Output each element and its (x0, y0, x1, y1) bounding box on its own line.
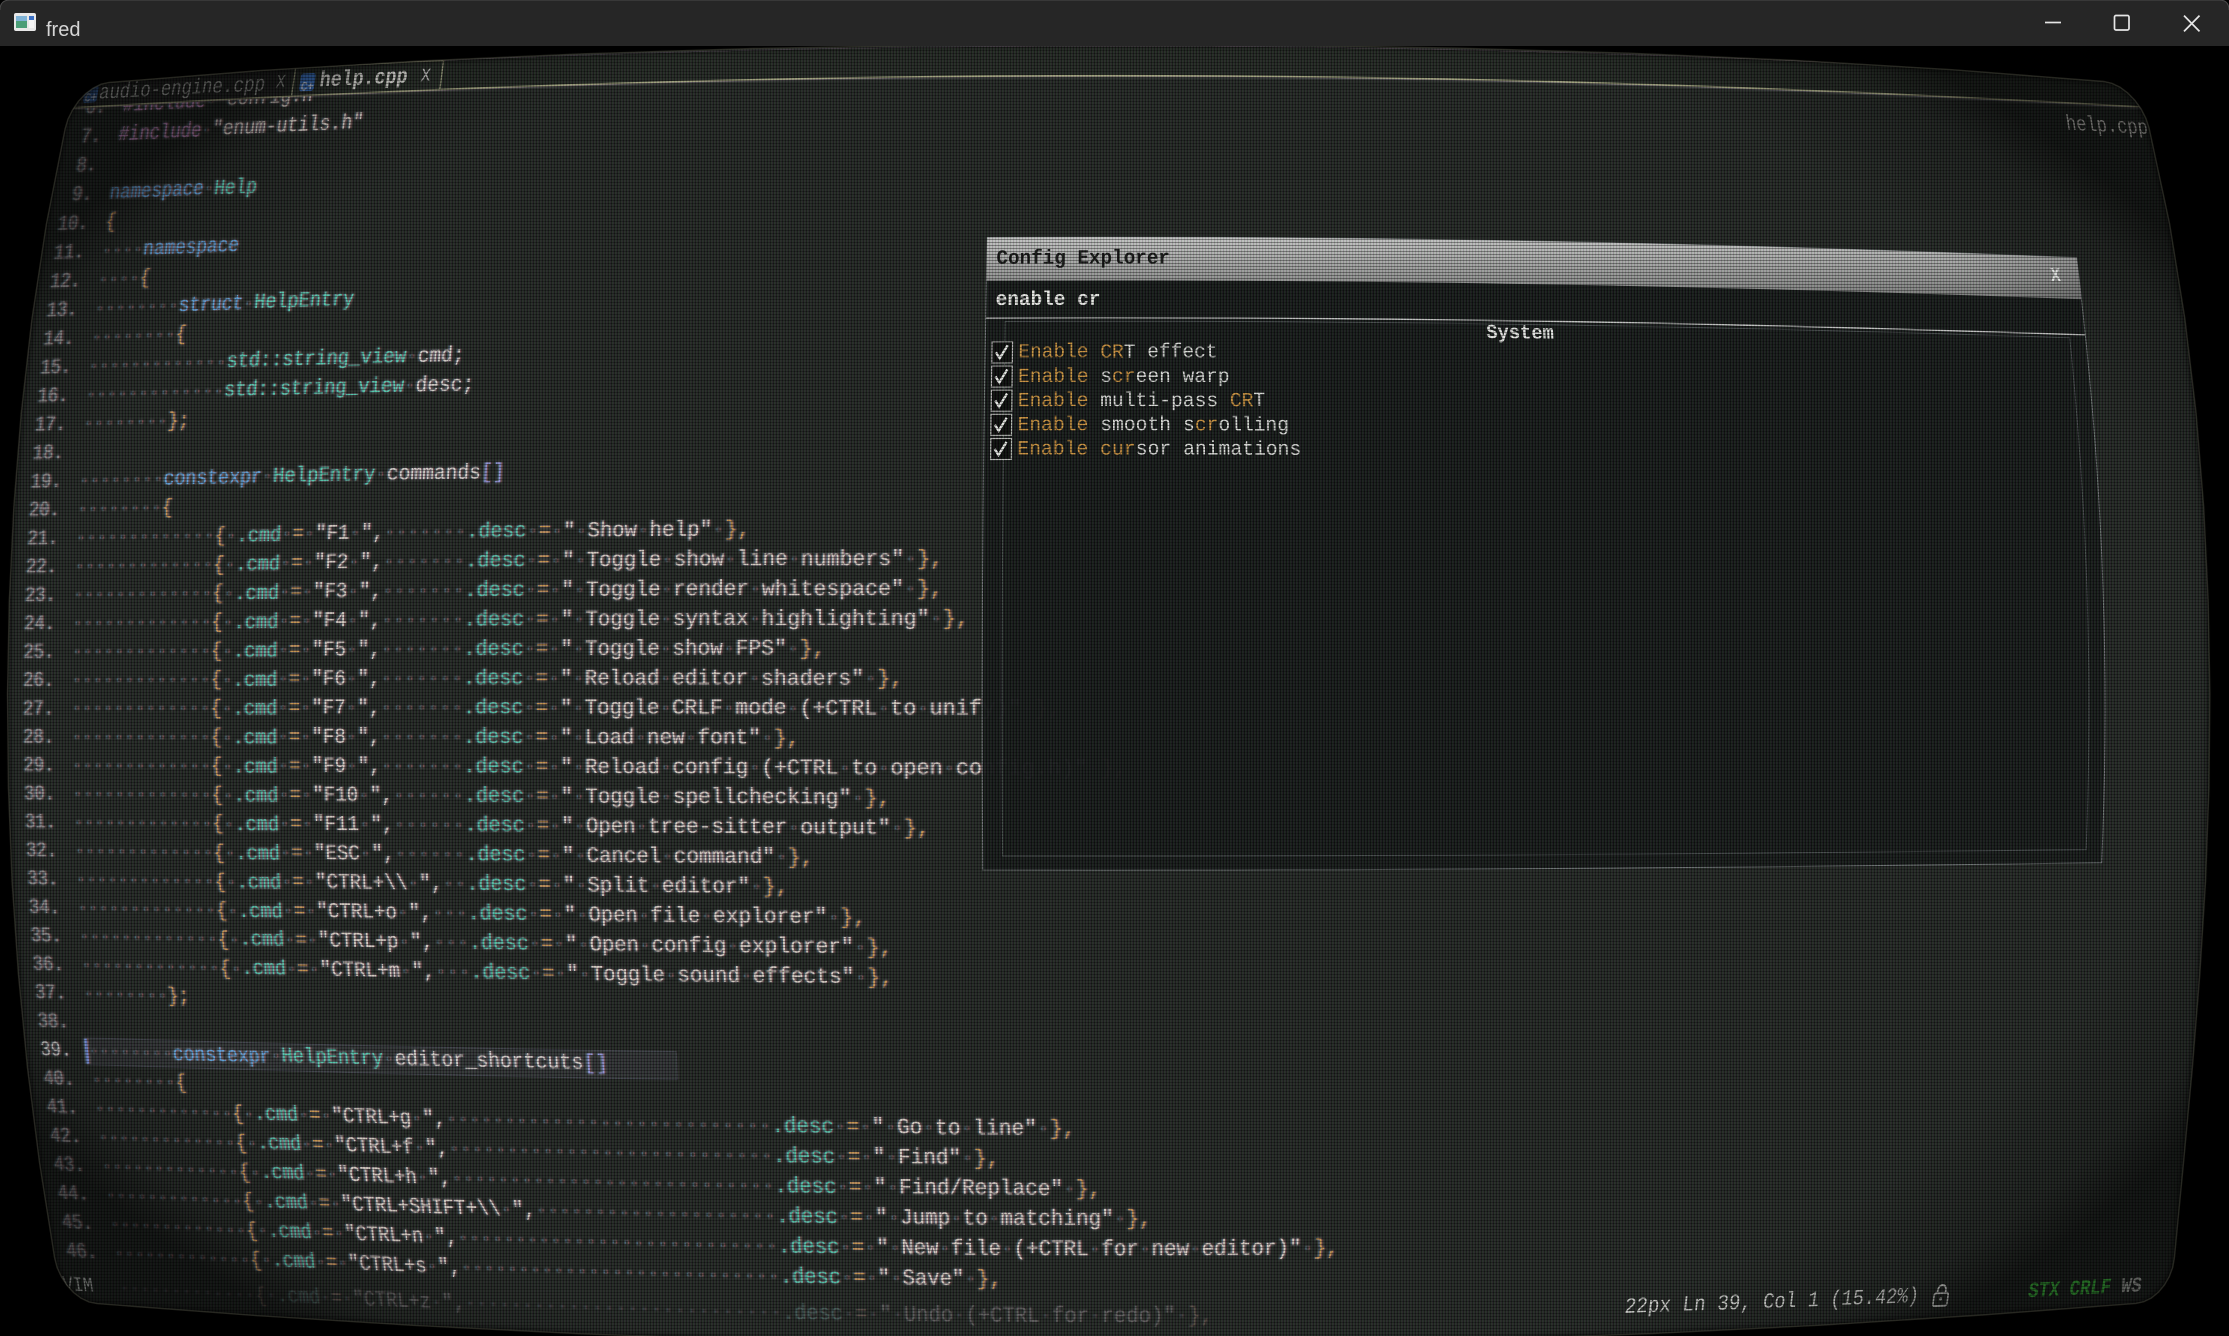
svg-text:fred: fred (46, 19, 80, 41)
